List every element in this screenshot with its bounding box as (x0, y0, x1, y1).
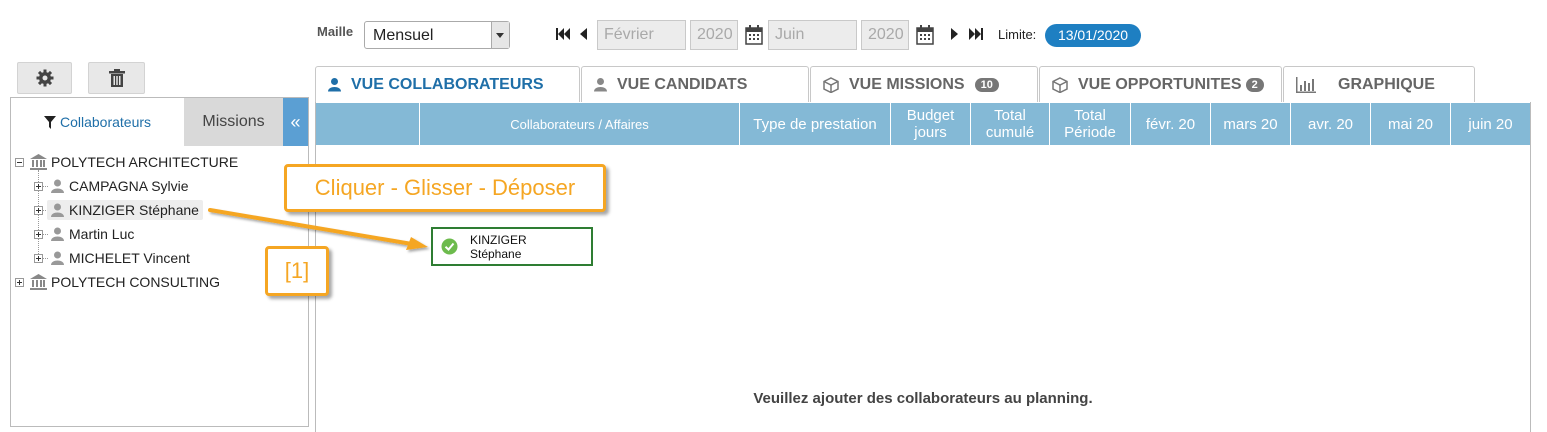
column-header: Total cumulé (971, 103, 1050, 145)
chevron-down-icon[interactable] (491, 22, 509, 48)
tab-label: GRAPHIQUE (1338, 75, 1435, 93)
end-year-field[interactable]: 2020 (861, 20, 909, 50)
next-period-icon[interactable] (946, 25, 964, 43)
tab-label: VUE OPPORTUNITES (1078, 75, 1242, 93)
calendar-icon[interactable] (745, 25, 763, 45)
planning-grid (315, 102, 1531, 432)
check-circle-icon (441, 238, 458, 255)
user-icon (594, 78, 607, 92)
trash-icon (108, 69, 125, 87)
user-icon (328, 78, 341, 92)
column-header: Total Période (1050, 103, 1131, 145)
tree-node-label: KINZIGER Stéphane (69, 202, 199, 218)
calendar-icon[interactable] (916, 25, 934, 45)
grid-header-spacer (316, 103, 420, 145)
first-period-icon[interactable] (555, 25, 573, 43)
expand-toggle-icon[interactable] (34, 253, 43, 263)
column-header: mars 20 (1211, 103, 1291, 145)
tree-node-label: POLYTECH CONSULTING (51, 274, 221, 290)
tree-node-person[interactable]: CAMPAGNA Sylvie (34, 176, 189, 196)
tree-node-label: CAMPAGNA Sylvie (69, 178, 189, 194)
column-header: Collaborateurs / Affaires (420, 103, 740, 145)
filter-icon (43, 115, 56, 129)
tab-label: VUE CANDIDATS (617, 75, 748, 93)
tree-node-person[interactable]: MICHELET Vincent (34, 248, 190, 268)
collapse-panel-button[interactable]: « (283, 98, 308, 146)
start-month-field[interactable]: Février (597, 20, 686, 50)
maille-select[interactable]: Mensuel (364, 21, 510, 49)
last-period-icon[interactable] (966, 25, 984, 43)
building-icon (30, 154, 47, 170)
column-header: avr. 20 (1291, 103, 1371, 145)
tab-label: VUE COLLABORATEURS (351, 75, 544, 93)
tab-vue-collaborateurs[interactable]: VUE COLLABORATEURS (315, 66, 580, 102)
tab-collaborateurs-label: Collaborateurs (59, 114, 152, 130)
tree-node-label: MICHELET Vincent (69, 250, 190, 266)
user-icon (51, 227, 64, 241)
tab-missions[interactable]: Missions (184, 98, 283, 146)
tree-node-label: POLYTECH ARCHITECTURE (51, 154, 239, 170)
user-icon (51, 179, 64, 193)
expand-toggle-icon[interactable] (34, 181, 43, 191)
end-month-field[interactable]: Juin (768, 20, 857, 50)
drag-hint-callout: Cliquer - Glisser - Déposer (284, 164, 606, 212)
cube-icon (1052, 76, 1068, 93)
dragged-collaborator-card[interactable]: KINZIGER Stéphane (431, 227, 593, 266)
expand-toggle-icon[interactable] (34, 229, 43, 239)
user-icon (51, 203, 64, 217)
count-badge: 2 (1245, 77, 1264, 92)
tab-collaborateurs[interactable]: Collaborateurs (11, 98, 184, 146)
cube-icon (823, 76, 839, 93)
tab-vue-missions[interactable]: VUE MISSIONS 10 (810, 66, 1038, 102)
building-icon (30, 274, 47, 290)
tree-node-company[interactable]: POLYTECH CONSULTING (15, 272, 220, 292)
column-header: Budget jours (891, 103, 971, 145)
column-header: Type de prestation (740, 103, 891, 145)
column-header: juin 20 (1468, 115, 1513, 133)
delete-button[interactable] (88, 62, 145, 94)
empty-planning-message: Veuillez ajouter des collaborateurs au p… (753, 390, 1093, 407)
limite-date-badge: 13/01/2020 (1045, 24, 1141, 47)
tree-node-company[interactable]: POLYTECH ARCHITECTURE (15, 152, 238, 172)
tab-vue-opportunites[interactable]: VUE OPPORTUNITES 2 (1039, 66, 1282, 102)
card-name-line1: KINZIGER (470, 233, 527, 247)
card-name-line2: Stéphane (470, 247, 522, 261)
tree-node-label: Martin Luc (69, 226, 135, 242)
start-year-field[interactable]: 2020 (690, 20, 738, 50)
grid-header: Collaborateurs / Affaires Type de presta… (316, 103, 1530, 145)
collapse-toggle-icon[interactable] (15, 157, 24, 167)
expand-toggle-icon[interactable] (15, 277, 24, 287)
count-badge: 10 (974, 77, 999, 92)
previous-period-icon[interactable] (574, 25, 592, 43)
tab-vue-candidats[interactable]: VUE CANDIDATS (581, 66, 809, 102)
column-header: févr. 20 (1131, 103, 1211, 145)
step-number-callout: [1] (265, 246, 329, 296)
tree-node-person[interactable]: Martin Luc (34, 224, 134, 244)
bar-chart-icon (1296, 76, 1316, 93)
tab-label: VUE MISSIONS (849, 75, 965, 93)
maille-select-value: Mensuel (373, 27, 434, 44)
maille-label: Maille (317, 24, 354, 39)
user-icon (51, 251, 64, 265)
settings-button[interactable] (17, 62, 72, 94)
limite-label: Limite: (998, 27, 1037, 42)
tree-node-selected[interactable]: KINZIGER Stéphane (47, 200, 203, 220)
tab-graphique[interactable]: GRAPHIQUE (1283, 66, 1475, 102)
expand-toggle-icon[interactable] (34, 205, 43, 215)
gear-icon (36, 69, 53, 87)
column-header: mai 20 (1371, 103, 1451, 145)
tree-node-person[interactable]: KINZIGER Stéphane (34, 200, 203, 220)
